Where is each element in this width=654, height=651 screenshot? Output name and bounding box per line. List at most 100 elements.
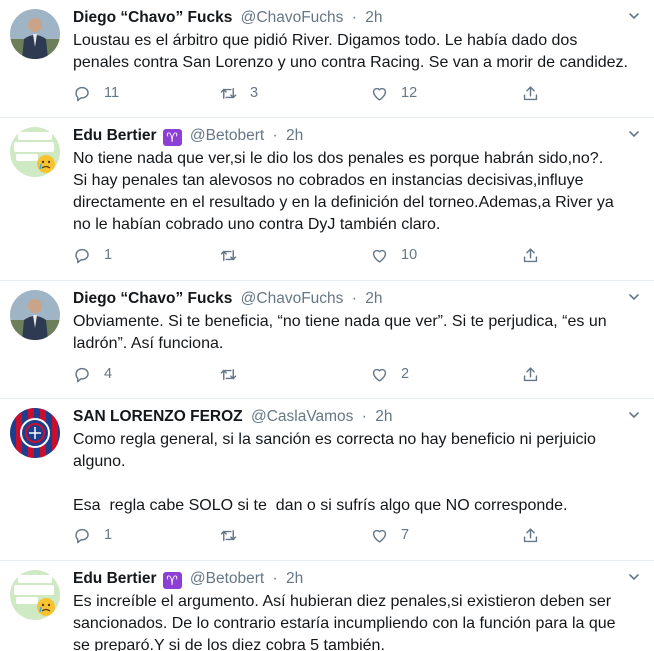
timestamp[interactable]: 2h <box>286 570 303 587</box>
chevron-down-icon[interactable] <box>628 10 640 22</box>
user-handle[interactable]: @Betobert <box>190 127 264 144</box>
tweet-actions: 11 3 12 <box>73 81 543 105</box>
tweet-text: Obviamente. Si te beneficia, “no tiene n… <box>73 311 638 355</box>
like-icon <box>372 368 387 382</box>
timestamp[interactable]: 2h <box>365 9 382 26</box>
avatar[interactable] <box>10 127 60 177</box>
tweet-line: no le habían cobrado uno contra DyJ tamb… <box>73 216 441 233</box>
reply-button[interactable]: 11 <box>73 81 119 105</box>
tweet-line: se preparó.Y si de los diez cobra 5 tamb… <box>73 637 385 651</box>
chevron-down-icon[interactable] <box>628 571 640 583</box>
retweet-button[interactable]: 3 <box>219 81 258 105</box>
tweet-line: Si hay penales tan alevosos no cobrados … <box>73 172 584 189</box>
separator: · <box>272 127 278 144</box>
tweet-header: Edu Bertier ♈ @Betobert · 2h <box>73 568 303 590</box>
tweet-actions: 1 7 <box>73 523 543 547</box>
like-button[interactable]: 12 <box>370 81 417 105</box>
like-button[interactable]: 2 <box>370 362 409 386</box>
display-name[interactable]: Diego “Chavo” Fucks <box>73 290 232 307</box>
tweet-line: directamente en el resultado y en la def… <box>73 194 614 211</box>
reply-button[interactable]: 1 <box>73 243 112 267</box>
tweet-text: Es increíble el argumento. Así hubieran … <box>73 591 638 651</box>
tweet-line <box>73 473 638 495</box>
display-name[interactable]: Edu Bertier <box>73 570 157 587</box>
tweet-line: Obviamente. Si te beneficia, “no tiene n… <box>73 313 607 330</box>
avatar[interactable] <box>10 9 60 59</box>
aries-emoji-badge: ♈ <box>162 129 182 146</box>
tweet-line: penales contra San Lorenzo y uno contra … <box>73 54 628 71</box>
tweet[interactable]: SAN LORENZO FEROZ @CaslaVamos · 2h Como … <box>0 399 654 561</box>
retweet-count: 3 <box>250 85 259 101</box>
tweet-header: Diego “Chavo” Fucks @ChavoFuchs · 2h <box>73 7 382 29</box>
separator: · <box>361 408 367 425</box>
tweet-actions: 1 10 <box>73 243 543 267</box>
tweet-header: Diego “Chavo” Fucks @ChavoFuchs · 2h <box>73 288 382 310</box>
retweet-icon <box>220 529 237 541</box>
display-name[interactable]: Diego “Chavo” Fucks <box>73 9 232 26</box>
user-handle[interactable]: @ChavoFuchs <box>241 9 344 26</box>
tweet-header: SAN LORENZO FEROZ @CaslaVamos · 2h <box>73 406 392 428</box>
reply-icon <box>75 367 89 382</box>
tweet[interactable]: Edu Bertier ♈ @Betobert · 2h No tiene nad… <box>0 118 654 281</box>
tweet-line: Loustau es el árbitro que pidió River. D… <box>73 32 578 49</box>
tweet-actions: 4 2 <box>73 362 543 386</box>
share-button[interactable] <box>521 362 540 386</box>
tweet-header: Edu Bertier ♈ @Betobert · 2h <box>73 125 303 147</box>
tweet-line: Como regla general, si la sanción es cor… <box>73 431 596 448</box>
retweet-button[interactable] <box>219 362 250 386</box>
user-handle[interactable]: @Betobert <box>190 570 264 587</box>
reply-icon <box>75 248 89 263</box>
retweet-icon <box>220 249 237 261</box>
chevron-down-icon[interactable] <box>628 128 640 140</box>
tweet[interactable]: Diego “Chavo” Fucks @ChavoFuchs · 2h Obv… <box>0 281 654 399</box>
share-button[interactable] <box>521 243 540 267</box>
tweet-line: No tiene nada que ver,si le dio los dos … <box>73 150 604 167</box>
like-button[interactable]: 7 <box>370 523 409 547</box>
like-icon <box>372 249 387 263</box>
user-handle[interactable]: @CaslaVamos <box>251 408 353 425</box>
tweet-line: Es increíble el argumento. Así hubieran … <box>73 593 612 610</box>
display-name[interactable]: SAN LORENZO FEROZ <box>73 408 243 425</box>
avatar[interactable] <box>10 290 60 340</box>
tweet-line: Esa regla cabe SOLO si te dan o si sufrí… <box>73 497 568 514</box>
share-icon <box>523 527 538 542</box>
reply-count: 4 <box>104 366 113 382</box>
reply-icon <box>75 86 89 101</box>
share-button[interactable] <box>521 523 540 547</box>
share-button[interactable] <box>521 81 540 105</box>
timestamp[interactable]: 2h <box>375 408 392 425</box>
display-name[interactable]: Edu Bertier <box>73 127 157 144</box>
like-count: 12 <box>401 85 418 101</box>
user-handle[interactable]: @ChavoFuchs <box>241 290 344 307</box>
reply-count: 1 <box>104 247 113 263</box>
retweet-button[interactable] <box>219 243 250 267</box>
tweet-text: Como regla general, si la sanción es cor… <box>73 429 638 517</box>
timestamp[interactable]: 2h <box>365 290 382 307</box>
tweet-line: alguno. <box>73 453 126 470</box>
like-count: 2 <box>401 366 410 382</box>
avatar[interactable] <box>10 408 60 458</box>
avatar[interactable] <box>10 570 60 620</box>
timestamp[interactable]: 2h <box>286 127 303 144</box>
reply-count: 11 <box>104 85 120 101</box>
tweet[interactable]: Diego “Chavo” Fucks @ChavoFuchs · 2h Lou… <box>0 0 654 118</box>
retweet-button[interactable] <box>219 523 250 547</box>
share-icon <box>523 85 538 100</box>
tweet-text: Loustau es el árbitro que pidió River. D… <box>73 30 638 74</box>
tweet[interactable]: Edu Bertier ♈ @Betobert · 2h Es increíble… <box>0 561 654 651</box>
reply-button[interactable]: 1 <box>73 523 112 547</box>
share-icon <box>523 366 538 381</box>
reply-button[interactable]: 4 <box>73 362 112 386</box>
aries-emoji-badge: ♈ <box>162 572 182 589</box>
like-count: 10 <box>401 247 418 263</box>
separator: · <box>351 9 357 26</box>
reply-count: 1 <box>104 527 113 543</box>
separator: · <box>272 570 278 587</box>
tweet-text: No tiene nada que ver,si le dio los dos … <box>73 148 638 236</box>
retweet-icon <box>220 87 237 99</box>
chevron-down-icon[interactable] <box>628 409 640 421</box>
like-button[interactable]: 10 <box>370 243 417 267</box>
separator: · <box>351 290 357 307</box>
chevron-down-icon[interactable] <box>628 291 640 303</box>
like-icon <box>372 87 387 101</box>
